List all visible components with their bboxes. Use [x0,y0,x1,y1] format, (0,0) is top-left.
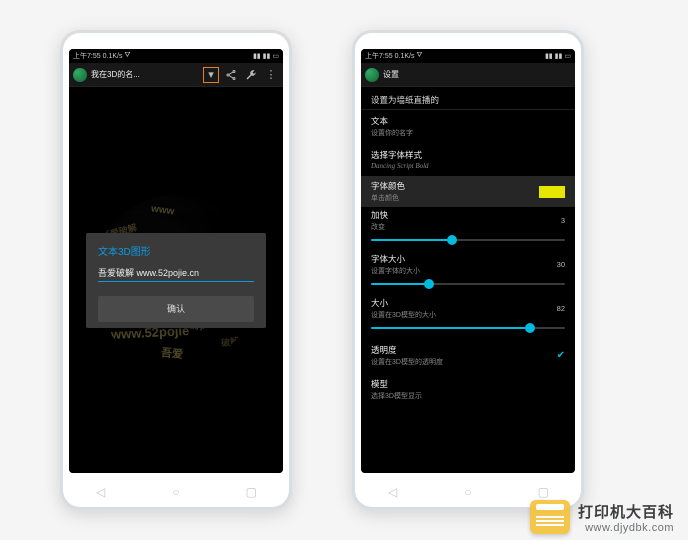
slider-value: 3 [549,216,565,225]
slider-value: 82 [549,304,565,313]
row-title: 模型 [371,378,565,390]
nav-back-icon[interactable]: ◁ [86,485,116,499]
watermark-url: www.djydbk.com [578,522,674,534]
row-text[interactable]: 文本 设置你的名字 [361,110,575,144]
wifi-icon: ⛛ [124,52,130,60]
color-swatch[interactable] [539,186,565,198]
battery-icon: ▭ [272,52,279,60]
settings-list[interactable]: 设置为墙纸直播的 文本 设置你的名字 选择字体样式 Dancing Script… [361,87,575,473]
row-sub: 改变 [371,222,388,232]
appbar: 我在3D的名... ▾ ⋮ [69,63,283,87]
watermark-title: 打印机大百科 [578,501,674,522]
row-opacity[interactable]: 透明度 设置在3D模型的透明度 ✔ [361,339,575,373]
appbar: 设置 [361,63,575,87]
statusbar: 上午7:55 0.1K/s ⛛ ▮▮ ▮▮ ▭ [69,49,283,63]
row-font-color[interactable]: 字体颜色 单击颜色 [361,176,575,207]
app-title: 我在3D的名... [91,69,140,80]
row-sub: 选择3D模型显示 [371,391,565,401]
checkmark-icon[interactable]: ✔ [557,350,565,361]
signal-icon: ▮▮ [263,52,271,60]
app-logo-icon [73,68,87,82]
font-size-slider[interactable] [371,279,565,289]
watermark-icon [530,500,570,534]
row-sub: 单击颜色 [371,193,405,203]
dialog-overlay: 文本3D图形 确认 [69,87,283,473]
status-time: 上午7:55 [73,51,101,61]
row-model[interactable]: 模型 选择3D模型显示 [361,373,575,407]
confirm-button[interactable]: 确认 [98,296,254,322]
row-title: 字体大小 [371,253,420,265]
row-sub: 设置你的名字 [371,128,565,138]
status-netspeed: 0.1K/s [103,53,123,60]
row-sub: Dancing Script Bold [371,162,565,170]
nav-bar: ◁ ○ ▢ [355,485,581,499]
status-time: 上午7:55 [365,51,393,61]
screen-left: 上午7:55 0.1K/s ⛛ ▮▮ ▮▮ ▭ 我在3D的名... ▾ [69,49,283,473]
row-size[interactable]: 大小 设置在3D模型的大小 82 [361,295,575,339]
overflow-icon[interactable]: ⋮ [263,67,279,83]
row-font-size[interactable]: 字体大小 设置字体的大小 30 [361,251,575,295]
slider-value: 30 [549,260,565,269]
nav-recent-icon[interactable]: ▢ [528,485,558,499]
nav-home-icon[interactable]: ○ [161,485,191,499]
speed-slider[interactable] [371,235,565,245]
nav-bar: ◁ ○ ▢ [63,485,289,499]
row-sub: 设置在3D模型的透明度 [371,357,443,367]
row-font-style[interactable]: 选择字体样式 Dancing Script Bold [361,144,575,176]
row-title: 大小 [371,297,436,309]
nav-recent-icon[interactable]: ▢ [236,485,266,499]
phone-right: 上午7:55 0.1K/s ⛛ ▮▮ ▮▮ ▭ 设置 设置为墙纸直播的 文本 [352,30,584,510]
nav-home-icon[interactable]: ○ [453,485,483,499]
row-title: 加快 [371,209,388,221]
canvas-3d[interactable]: 吾爱破解 www 破解 吾爱 吾爱破解 www.52pojie 破解 52poj… [69,87,283,473]
wrench-icon[interactable] [243,67,259,83]
row-title: 选择字体样式 [371,149,565,161]
signal-icon: ▮▮ [555,52,563,60]
row-title: 透明度 [371,344,443,356]
signal-icon: ▮▮ [253,52,261,60]
app-title: 设置 [383,69,399,80]
signal-icon: ▮▮ [545,52,553,60]
section-header: 设置为墙纸直播的 [361,87,575,109]
statusbar: 上午7:55 0.1K/s ⛛ ▮▮ ▮▮ ▭ [361,49,575,63]
phone-left: 上午7:55 0.1K/s ⛛ ▮▮ ▮▮ ▭ 我在3D的名... ▾ [60,30,292,510]
battery-icon: ▭ [564,52,571,60]
row-speed[interactable]: 加快 改变 3 [361,207,575,251]
row-title: 字体颜色 [371,180,405,192]
app-logo-icon [365,68,379,82]
text3d-input[interactable] [98,266,254,282]
row-title: 文本 [371,115,565,127]
screen-right: 上午7:55 0.1K/s ⛛ ▮▮ ▮▮ ▭ 设置 设置为墙纸直播的 文本 [361,49,575,473]
size-slider[interactable] [371,323,565,333]
share-icon[interactable] [223,67,239,83]
nav-back-icon[interactable]: ◁ [378,485,408,499]
row-sub: 设置字体的大小 [371,266,420,276]
row-sub: 设置在3D模型的大小 [371,310,436,320]
dialog-text3d: 文本3D图形 确认 [86,233,266,328]
dropdown-icon[interactable]: ▾ [203,67,219,83]
wifi-icon: ⛛ [416,52,422,60]
status-netspeed: 0.1K/s [395,53,415,60]
dialog-title: 文本3D图形 [98,243,254,258]
watermark: 打印机大百科 www.djydbk.com [530,500,674,534]
